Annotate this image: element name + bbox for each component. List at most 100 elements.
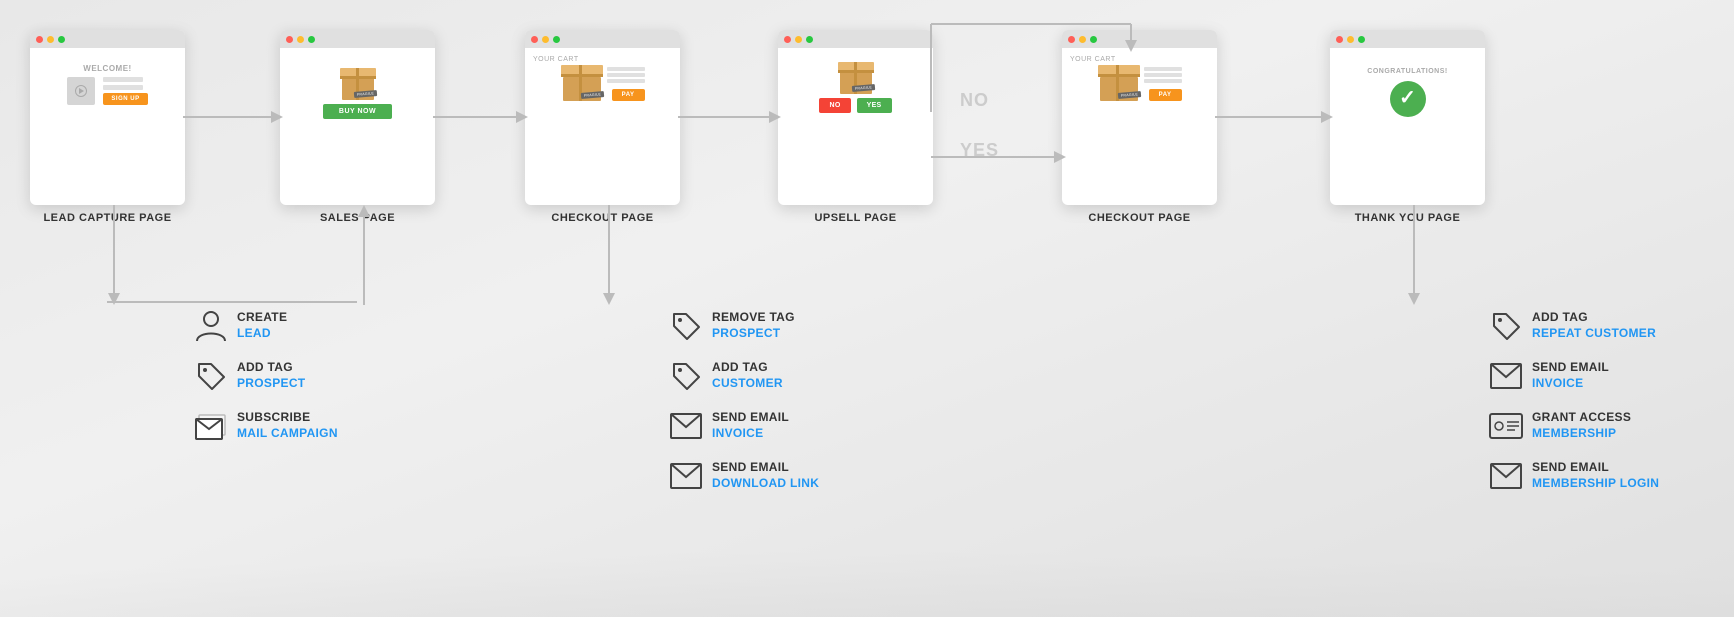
welcome-text: WELCOME!	[83, 64, 131, 73]
action-value: PROSPECT	[712, 326, 795, 342]
action-label-send-email: SEND EMAIL	[1532, 460, 1659, 476]
titlebar	[1330, 30, 1485, 48]
arrow-1	[183, 110, 283, 124]
person-icon	[195, 310, 227, 342]
upsell-window: FRAGILE NO YES	[778, 30, 933, 205]
box-icon: FRAGILE	[561, 65, 603, 101]
fragile-badge: FRAGILE	[852, 84, 876, 92]
dot-red	[784, 36, 791, 43]
envelope-icon	[670, 460, 702, 492]
dot-yellow	[795, 36, 802, 43]
action-label: SEND EMAIL	[712, 460, 819, 476]
dot-green	[1358, 36, 1365, 43]
dot-green	[58, 36, 65, 43]
sales-window: FRAGILE BUY NOW	[280, 30, 435, 205]
mail-stack-icon	[195, 410, 227, 442]
browser-body: FRAGILE BUY NOW	[280, 48, 435, 127]
action-value: MEMBERSHIP	[1532, 426, 1631, 442]
arrow-3	[678, 110, 781, 124]
checkout-actions: REMOVE TAG PROSPECT ADD TAG CUSTOMER	[670, 310, 819, 492]
envelope-icon	[670, 410, 702, 442]
arrow-no-path	[931, 12, 1131, 112]
titlebar	[525, 30, 680, 48]
action-send-email-download: SEND EMAIL DOWNLOAD LINK	[670, 460, 819, 492]
browser-body: FRAGILE NO YES	[778, 48, 933, 121]
action-value: DOWNLOAD LINK	[712, 476, 819, 492]
dot-green	[806, 36, 813, 43]
action-label: REMOVE TAG	[712, 310, 795, 326]
lead-capture-window: WELCOME! SIGN UP	[30, 30, 185, 205]
action-value: INVOICE	[1532, 376, 1609, 392]
action-value: LEAD	[237, 326, 287, 342]
action-text: CREATE LEAD	[237, 310, 287, 341]
action-label: SEND EMAIL	[712, 410, 789, 426]
cart-items: FRAGILE PAY	[561, 65, 645, 101]
yes-btn: YES	[857, 98, 892, 113]
tag-icon	[1490, 310, 1522, 342]
action-add-tag-repeat: ADD TAG REPEAT CUSTOMER	[1490, 310, 1659, 342]
cart-line	[607, 73, 645, 77]
titlebar	[778, 30, 933, 48]
tag-icon	[670, 310, 702, 342]
action-text: ADD TAG CUSTOMER	[712, 360, 783, 391]
action-create-lead: CREATE LEAD	[195, 310, 338, 342]
arrow-yes	[931, 150, 1066, 164]
action-label: SEND EMAIL	[1532, 360, 1609, 376]
action-add-tag-customer: ADD TAG CUSTOMER	[670, 360, 819, 392]
envelope-icon	[1490, 460, 1522, 492]
fragile-badge: FRAGILE	[581, 91, 605, 99]
upsell-btns: NO YES	[819, 98, 891, 113]
action-text: ADD TAG PROSPECT	[237, 360, 305, 391]
action-text: SEND EMAIL MEMBERSHIP LOGIN	[1532, 460, 1659, 491]
action-text: GRANT ACCESS MEMBERSHIP	[1532, 410, 1631, 441]
action-text: SEND EMAIL INVOICE	[1532, 360, 1609, 391]
envelope-icon	[1490, 360, 1522, 392]
action-grant-access: GRANT ACCESS MEMBERSHIP	[1490, 410, 1659, 442]
cart-text: YOUR CART	[533, 56, 579, 63]
placeholder-img	[67, 77, 95, 105]
cart-line	[1144, 79, 1182, 83]
browser-body: CONGRATULATIONS! ✓	[1330, 48, 1485, 125]
action-label: ADD TAG	[712, 360, 783, 376]
browser-body: YOUR CART FRAGILE PAY	[525, 48, 680, 109]
cart-lines	[1144, 67, 1182, 83]
down-arrow-thankyou	[1407, 205, 1421, 305]
dot-red	[286, 36, 293, 43]
play-btn	[75, 85, 87, 97]
pay-btn: PAY	[612, 89, 645, 101]
action-text: ADD TAG REPEAT CUSTOMER	[1532, 310, 1656, 341]
pay-btn: PAY	[1149, 89, 1182, 101]
thankyou-actions: ADD TAG REPEAT CUSTOMER SEND EMAIL INVOI…	[1490, 310, 1659, 492]
up-arrow-sales	[357, 205, 371, 305]
box-icon: FRAGILE	[340, 68, 376, 100]
input-1	[103, 77, 143, 82]
fragile-badge: FRAGILE	[354, 90, 378, 98]
action-label: SUBSCRIBE	[237, 410, 338, 426]
down-arrow-lead	[107, 205, 121, 305]
arrow-2	[433, 110, 528, 124]
titlebar	[280, 30, 435, 48]
id-card-icon	[1490, 410, 1522, 442]
signup-btn: SIGN UP	[103, 93, 147, 105]
action-text: SEND EMAIL DOWNLOAD LINK	[712, 460, 819, 491]
dot-red	[1336, 36, 1343, 43]
action-value: MAIL CAMPAIGN	[237, 426, 338, 442]
dot-green	[553, 36, 560, 43]
action-value: PROSPECT	[237, 376, 305, 392]
action-send-email-invoice: SEND EMAIL INVOICE	[670, 410, 819, 442]
cart-line	[607, 67, 645, 71]
action-send-email-invoice2: SEND EMAIL INVOICE	[1490, 360, 1659, 392]
checkout2-label: CHECKOUT PAGE	[1062, 212, 1217, 224]
box-icon: FRAGILE	[838, 62, 874, 94]
input-2	[103, 85, 143, 90]
down-arrow-checkout1	[602, 205, 616, 305]
upsell-label: UPSELL PAGE	[778, 212, 933, 224]
tag-icon	[195, 360, 227, 392]
dot-red	[531, 36, 538, 43]
cart-line	[607, 79, 645, 83]
thankyou-window: CONGRATULATIONS! ✓	[1330, 30, 1485, 205]
check-circle: ✓	[1390, 81, 1426, 117]
action-add-tag-prospect: ADD TAG PROSPECT	[195, 360, 338, 392]
cart-line	[1144, 73, 1182, 77]
check-mark: ✓	[1399, 88, 1416, 108]
